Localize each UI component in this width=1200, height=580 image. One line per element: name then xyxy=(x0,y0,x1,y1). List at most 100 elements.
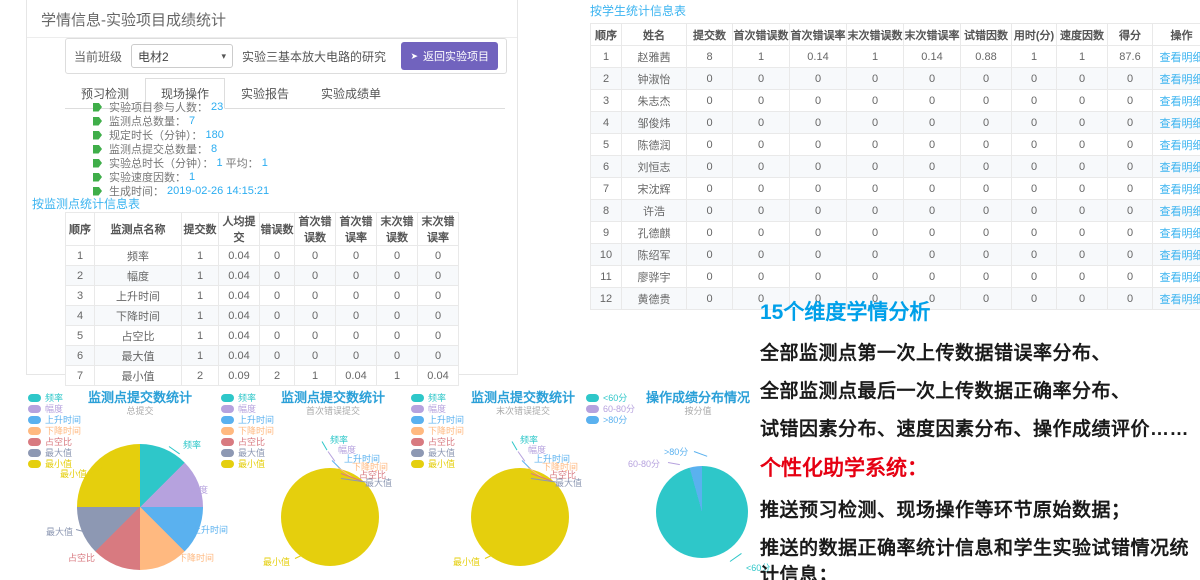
table-cell: 宋沈辉 xyxy=(622,178,687,200)
column-header: 提交数 xyxy=(182,213,219,246)
table-cell: 0.04 xyxy=(219,246,260,266)
class-select[interactable]: 电材2 ▾ xyxy=(131,44,233,68)
table-cell: 孔德麒 xyxy=(622,222,687,244)
view-detail-link[interactable]: 查看明细 xyxy=(1160,206,1200,218)
table-cell: 0 xyxy=(733,244,790,266)
table-row: 1频率10.0400000 xyxy=(66,246,459,266)
table-cell: 0 xyxy=(1108,222,1153,244)
legend-item[interactable]: 占空比 xyxy=(221,437,274,446)
table-cell: 刘恒志 xyxy=(622,156,687,178)
monitor-table-title: 按监测点统计信息表 xyxy=(32,195,140,212)
chart-subtitle: 首次错误提交 xyxy=(263,404,403,417)
table-cell: 0 xyxy=(260,246,295,266)
table-cell: 0 xyxy=(418,326,459,346)
table-cell: 0 xyxy=(260,266,295,286)
table-row: 4下降时间10.0400000 xyxy=(66,306,459,326)
table-cell: 0 xyxy=(336,326,377,346)
table-cell: 0 xyxy=(904,112,961,134)
table-cell: 0 xyxy=(377,326,418,346)
view-detail-link[interactable]: 查看明细 xyxy=(1160,162,1200,174)
table-cell: 0 xyxy=(687,288,733,310)
legend-item[interactable]: 最大值 xyxy=(221,448,274,457)
table-cell: 8 xyxy=(687,46,733,68)
table-cell: 0 xyxy=(961,112,1012,134)
tag-icon xyxy=(93,131,102,140)
tag-icon xyxy=(93,173,102,182)
table-cell: 朱志杰 xyxy=(622,90,687,112)
table-cell: 1 xyxy=(295,366,336,386)
table-row: 2幅度10.0400000 xyxy=(66,266,459,286)
view-detail-link[interactable]: 查看明细 xyxy=(1160,52,1200,64)
pie-label: 最小值 xyxy=(263,555,290,568)
table-cell: 0 xyxy=(790,244,847,266)
class-select-value: 电材2 xyxy=(138,48,169,65)
column-header: 得分 xyxy=(1108,24,1153,46)
table-cell: 廖骅宇 xyxy=(622,266,687,288)
table-cell: 0.14 xyxy=(904,46,961,68)
column-header: 提交数 xyxy=(687,24,733,46)
legend-item[interactable]: 下降时间 xyxy=(28,426,81,435)
table-row: 3上升时间10.0400000 xyxy=(66,286,459,306)
legend-item[interactable]: 最大值 xyxy=(28,448,81,457)
view-detail-link[interactable]: 查看明细 xyxy=(1160,140,1200,152)
table-row: 7最小值20.09210.0410.04 xyxy=(66,366,459,386)
back-to-project-button[interactable]: ➤ 返回实验项目 xyxy=(401,42,498,70)
view-detail-link[interactable]: 查看明细 xyxy=(1160,118,1200,130)
table-cell: 0 xyxy=(418,286,459,306)
view-detail-link[interactable]: 查看明细 xyxy=(1160,96,1200,108)
legend-item[interactable]: 下降时间 xyxy=(411,426,464,435)
table-cell: 0 xyxy=(1057,112,1108,134)
table-cell: 0 xyxy=(1012,90,1057,112)
tag-icon xyxy=(93,159,102,168)
table-cell: 0 xyxy=(733,134,790,156)
legend-swatch xyxy=(28,460,41,468)
table-cell: 0 xyxy=(687,266,733,288)
legend-item[interactable]: 占空比 xyxy=(28,437,81,446)
table-cell: 最小值 xyxy=(95,366,182,386)
table-cell: 0 xyxy=(790,266,847,288)
table-cell: 0 xyxy=(847,244,904,266)
table-cell: 0 xyxy=(961,222,1012,244)
table-row: 1赵雅茜810.1410.140.881187.6查看明细 xyxy=(591,46,1200,68)
table-cell: 8 xyxy=(591,200,622,222)
legend-item[interactable]: 最小值 xyxy=(411,459,464,468)
column-header: 首次错误率 xyxy=(790,24,847,46)
experiment-name: 实验三基本放大电路的研究 xyxy=(242,48,386,65)
table-cell: 1 xyxy=(733,46,790,68)
table-cell: 12 xyxy=(591,288,622,310)
table-cell: 2 xyxy=(66,266,95,286)
view-detail-link[interactable]: 查看明细 xyxy=(1160,250,1200,262)
legend-item[interactable]: 占空比 xyxy=(411,437,464,446)
table-cell: 0 xyxy=(961,200,1012,222)
label-line xyxy=(668,462,680,465)
table-cell: 许浩 xyxy=(622,200,687,222)
table-cell: 0 xyxy=(1108,134,1153,156)
legend-item[interactable]: 下降时间 xyxy=(221,426,274,435)
table-cell: 1 xyxy=(847,46,904,68)
view-detail-link[interactable]: 查看明细 xyxy=(1160,74,1200,86)
table-cell: 0 xyxy=(733,222,790,244)
table-cell: 0 xyxy=(961,134,1012,156)
table-cell: 0 xyxy=(904,244,961,266)
table-cell: 0 xyxy=(1108,266,1153,288)
pie-label: 频率 xyxy=(183,438,201,451)
table-cell: 陈绍军 xyxy=(622,244,687,266)
tab-实验成绩单[interactable]: 实验成绩单 xyxy=(305,78,397,109)
legend-swatch xyxy=(221,416,234,424)
legend-swatch xyxy=(221,405,234,413)
legend-swatch xyxy=(28,449,41,457)
stat-item: 实验总时长（分钟）：1 平均：1 xyxy=(93,156,269,170)
table-cell: 0 xyxy=(336,286,377,306)
view-detail-link[interactable]: 查看明细 xyxy=(1160,272,1200,284)
table-cell: 0 xyxy=(687,222,733,244)
stat-item: 规定时长（分钟）：180 xyxy=(93,128,269,142)
table-cell: 0 xyxy=(1012,266,1057,288)
legend-item[interactable]: 最小值 xyxy=(221,459,274,468)
table-cell: 0 xyxy=(377,346,418,366)
table-cell: 幅度 xyxy=(95,266,182,286)
left-panel: 学情信息-实验项目成绩统计 当前班级 电材2 ▾ 实验三基本放大电路的研究 ➤ … xyxy=(26,0,518,375)
view-detail-link[interactable]: 查看明细 xyxy=(1160,184,1200,196)
legend-item[interactable]: 最大值 xyxy=(411,448,464,457)
view-detail-link[interactable]: 查看明细 xyxy=(1160,228,1200,240)
stat-item: 监测点提交总数量：8 xyxy=(93,142,269,156)
